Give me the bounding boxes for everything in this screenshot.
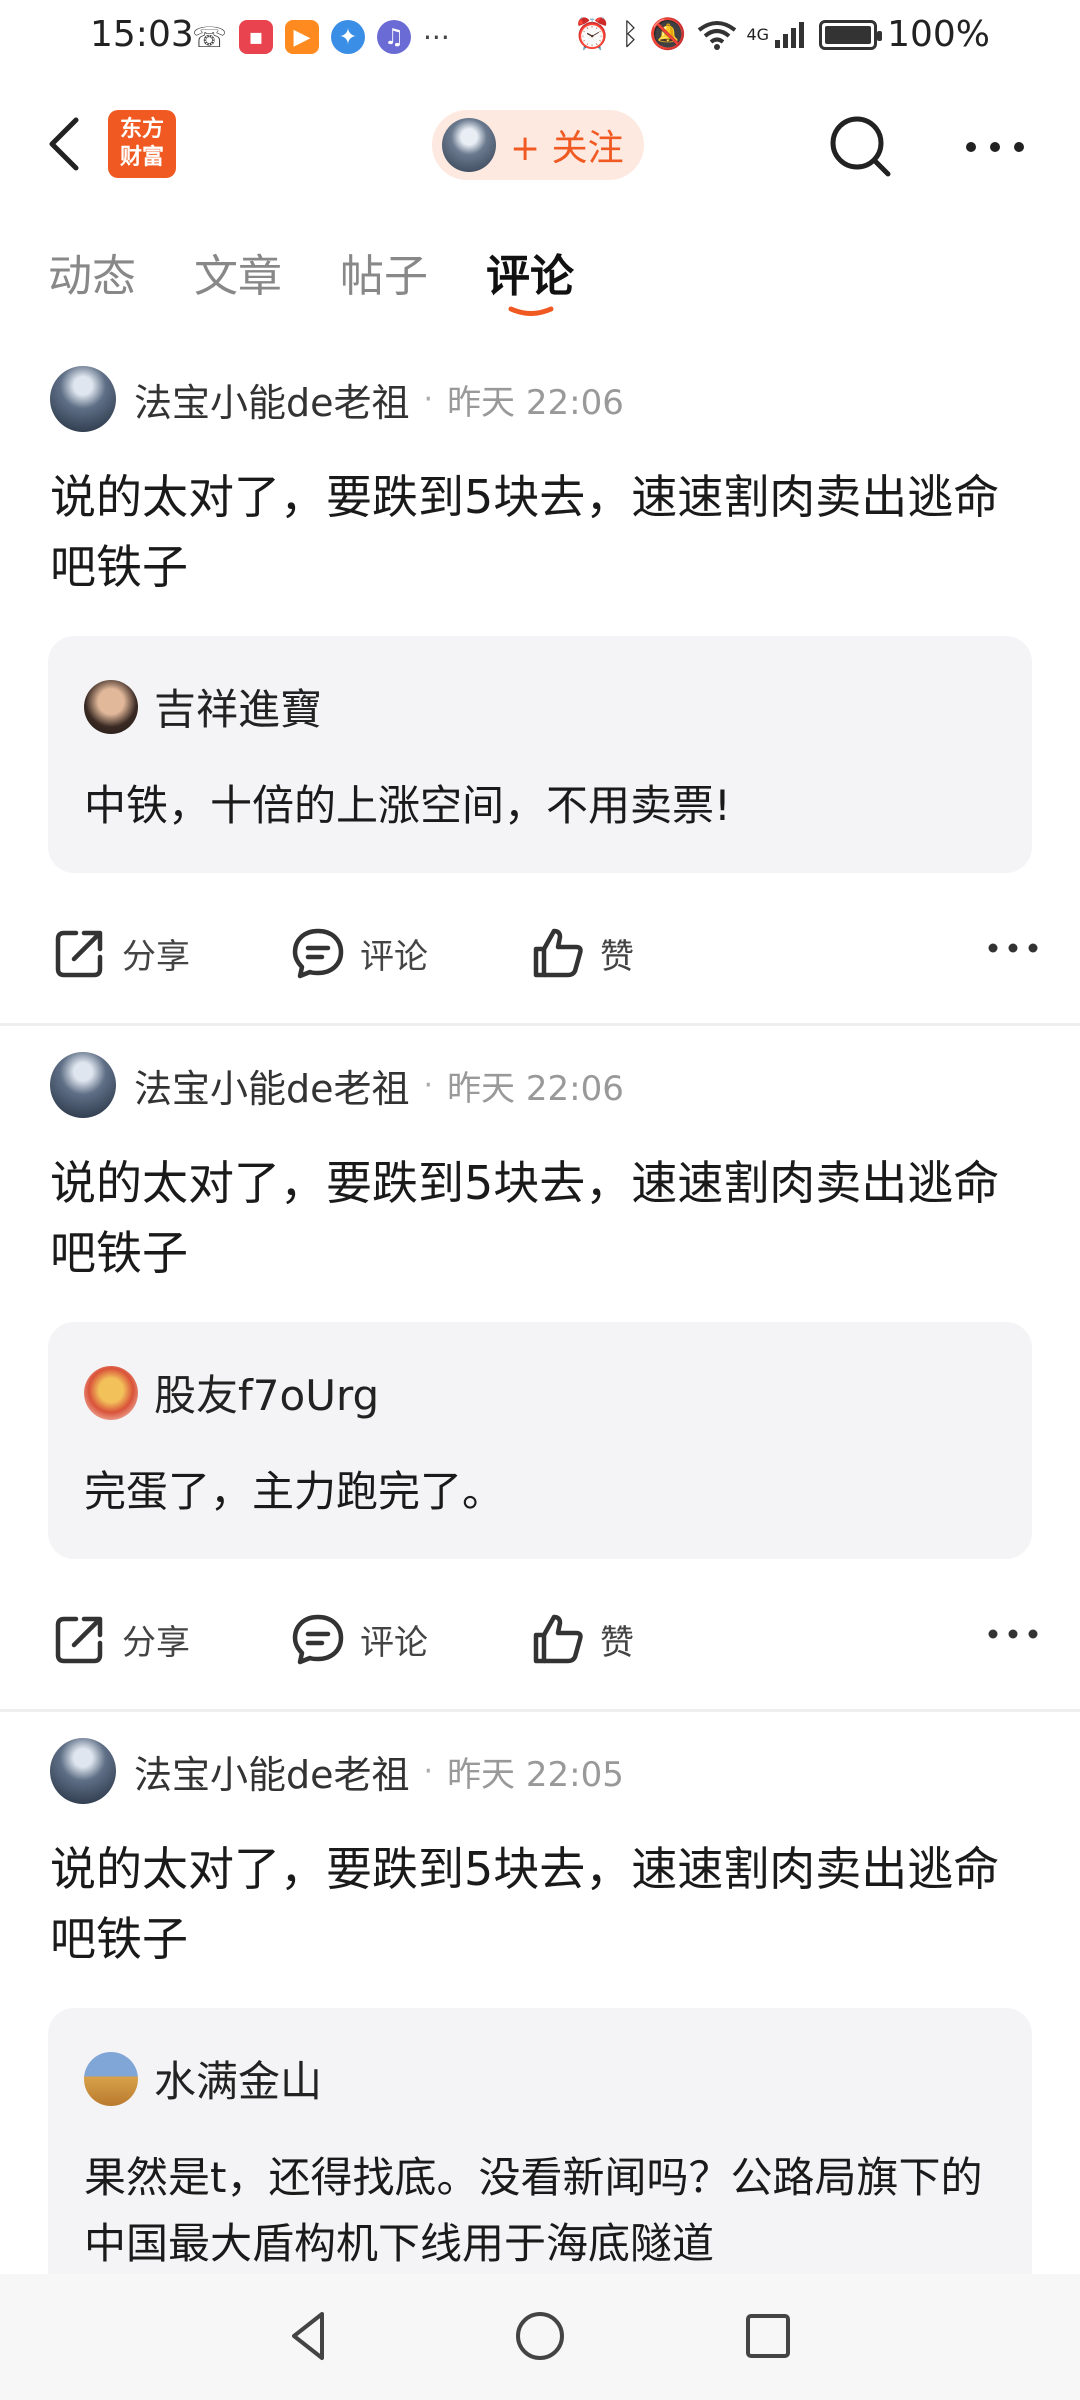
author-name[interactable]: 法宝小能de老祖 [134, 1744, 410, 1799]
tab-comments[interactable]: 评论 [486, 240, 574, 316]
avatar [84, 679, 138, 734]
post-text[interactable]: 说的太对了，要跌到5块去，速速割肉卖出逃命吧铁子 [50, 462, 1030, 602]
network-type: 4G [746, 25, 770, 44]
share-label: 分享 [122, 1622, 190, 1663]
like-button[interactable]: 赞 [530, 1611, 634, 1667]
tab-articles[interactable]: 文章 [194, 240, 282, 304]
quote-text: 中铁，十倍的上涨空间，不用卖票! [84, 781, 731, 830]
tab-comments-label: 评论 [486, 251, 574, 302]
active-tab-indicator [508, 306, 554, 316]
avatar[interactable] [50, 366, 116, 432]
more-icon[interactable] [986, 933, 1040, 963]
bluetooth-icon: ᛒ [621, 17, 640, 52]
nav-recents-icon[interactable] [738, 2306, 798, 2366]
status-time: 15:03 [90, 14, 194, 55]
search-icon[interactable] [826, 112, 896, 182]
like-label: 赞 [600, 1622, 634, 1663]
list-item: 法宝小能de老祖 · 昨天 22:06 说的太对了，要跌到5块去，速速割肉卖出逃… [0, 1026, 1080, 1712]
app-notification-icon: ▪ [239, 20, 274, 54]
tab-posts[interactable]: 帖子 [340, 240, 428, 304]
separator-dot: · [423, 1753, 434, 1789]
comment-label: 评论 [360, 1622, 428, 1663]
quote-header: 水满金山 [84, 2048, 996, 2109]
nav-back-icon[interactable] [280, 2306, 340, 2366]
tab-dynamic[interactable]: 动态 [48, 240, 136, 304]
battery-icon [819, 19, 883, 50]
action-bar: 分享 评论 赞 [0, 873, 1080, 1023]
quote-author: 吉祥進寶 [154, 685, 323, 734]
avatar [84, 1365, 138, 1420]
more-options-icon[interactable] [962, 122, 1028, 172]
comment-button[interactable]: 评论 [290, 1611, 428, 1667]
post-time: 昨天 22:05 [447, 1754, 624, 1795]
status-bar: 15:03 ☏ ▪ ▶ ✦ ♫ ··· ⏰ ᛒ 🔕 4G 100% [0, 0, 1080, 80]
wifi-icon [697, 20, 736, 50]
nav-home-icon[interactable] [510, 2306, 570, 2366]
share-label: 分享 [122, 936, 190, 977]
post-header: 法宝小能de老祖 · 昨天 22:06 [0, 364, 1080, 434]
comment-label: 评论 [360, 936, 428, 977]
post-text[interactable]: 说的太对了，要跌到5块去，速速割肉卖出逃命吧铁子 [50, 1834, 1030, 1974]
comment-icon [292, 928, 344, 979]
avatar[interactable] [50, 1052, 116, 1118]
post-text[interactable]: 说的太对了，要跌到5块去，速速割肉卖出逃命吧铁子 [50, 1148, 1030, 1288]
quoted-comment[interactable]: 股友f7oUrg 完蛋了，主力跑完了。 [48, 1322, 1032, 1559]
quote-header: 股友f7oUrg [84, 1362, 996, 1423]
list-item: 法宝小能de老祖 · 昨天 22:06 说的太对了，要跌到5块去，速速割肉卖出逃… [0, 340, 1080, 1026]
missed-call-icon: ☏ [192, 20, 228, 54]
alarm-icon: ⏰ [573, 17, 612, 52]
comment-button[interactable]: 评论 [290, 925, 428, 981]
author-name[interactable]: 法宝小能de老祖 [134, 1058, 410, 1113]
post-time: 昨天 22:06 [447, 382, 624, 423]
share-icon [55, 1616, 103, 1664]
like-button[interactable]: 赞 [530, 925, 634, 981]
author-name[interactable]: 法宝小能de老祖 [134, 372, 410, 427]
quote-text: 完蛋了，主力跑完了。 [84, 1467, 505, 1516]
follow-button[interactable]: + 关注 [432, 110, 644, 180]
like-label: 赞 [600, 936, 634, 977]
quote-author: 股友f7oUrg [154, 1371, 380, 1420]
post-header: 法宝小能de老祖 · 昨天 22:05 [0, 1736, 1080, 1806]
quoted-comment[interactable]: 吉祥進寶 中铁，十倍的上涨空间，不用卖票! [48, 636, 1032, 873]
post-time: 昨天 22:06 [447, 1068, 624, 1109]
list-item: 法宝小能de老祖 · 昨天 22:05 说的太对了，要跌到5块去，速速割肉卖出逃… [0, 1712, 1080, 2311]
follow-label: + 关注 [510, 128, 624, 169]
separator-dot: · [423, 381, 434, 417]
avatar [84, 2051, 138, 2106]
thumbs-up-icon [533, 1614, 583, 1664]
system-nav-bar [0, 2274, 1080, 2400]
browser-icon: ✦ [331, 20, 366, 54]
brand-logo: 东方 财富 [108, 110, 176, 178]
mute-icon: 🔕 [649, 17, 687, 52]
post-header: 法宝小能de老祖 · 昨天 22:06 [0, 1050, 1080, 1120]
brand-logo-line2: 财富 [119, 145, 164, 170]
action-bar: 分享 评论 赞 [0, 1559, 1080, 1709]
back-icon[interactable] [40, 114, 90, 174]
quote-author: 水满金山 [154, 2057, 323, 2106]
avatar [442, 118, 496, 172]
quote-header: 吉祥進寶 [84, 676, 996, 737]
comment-feed: 法宝小能de老祖 · 昨天 22:06 说的太对了，要跌到5块去，速速割肉卖出逃… [0, 340, 1080, 2311]
share-icon [55, 930, 103, 978]
brand-logo-line1: 东方 [119, 117, 164, 142]
signal-icon [775, 21, 805, 48]
notification-icons: ☏ ▪ ▶ ✦ ♫ ··· [192, 20, 450, 54]
music-icon: ♫ [377, 20, 412, 54]
app-header: 东方 财富 + 关注 [0, 100, 1080, 190]
comment-icon [292, 1614, 344, 1665]
thumbs-up-icon [533, 928, 583, 978]
profile-tabs: 动态 文章 帖子 评论 [48, 240, 574, 316]
quote-text: 果然是t，还得找底。没看新闻吗？公路局旗下的中国最大盾构机下线用于海底隧道 [84, 2153, 983, 2268]
system-status: ⏰ ᛒ 🔕 4G 100% [574, 14, 990, 55]
share-button[interactable]: 分享 [52, 925, 190, 981]
battery-percent: 100% [887, 14, 990, 55]
separator-dot: · [423, 1067, 434, 1103]
video-app-icon: ▶ [285, 20, 320, 54]
share-button[interactable]: 分享 [52, 1611, 190, 1667]
quoted-comment[interactable]: 水满金山 果然是t，还得找底。没看新闻吗？公路局旗下的中国最大盾构机下线用于海底… [48, 2008, 1032, 2311]
more-icon[interactable] [986, 1619, 1040, 1649]
more-notifications-icon: ··· [423, 20, 450, 54]
avatar[interactable] [50, 1738, 116, 1804]
